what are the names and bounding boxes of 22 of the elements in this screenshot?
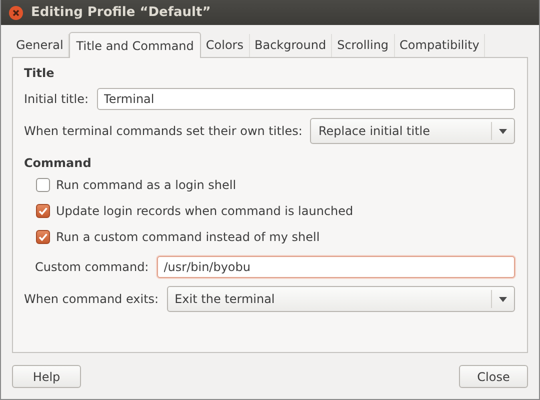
dropdown[interactable]: Exit the terminal [166, 286, 515, 312]
dialog-button[interactable]: Close [459, 365, 528, 388]
field-label: Custom command: [35, 260, 149, 274]
close-icon[interactable] [9, 6, 23, 20]
tab[interactable]: Title and Command [69, 32, 201, 58]
dialog-button[interactable]: Help [12, 365, 81, 388]
checkmark-icon [38, 206, 48, 216]
text-field[interactable]: Terminal [96, 88, 515, 110]
dropdown-arrow-icon [499, 296, 507, 302]
text-field[interactable]: /usr/bin/byobu [156, 256, 515, 278]
dropdown-arrow-icon [499, 128, 507, 134]
window-title: Editing Profile “Default” [31, 5, 211, 20]
field-label: When command exits: [24, 292, 159, 306]
checkbox-option[interactable]: Run command as a login shell [24, 176, 236, 194]
field-label: Initial title: [24, 92, 89, 106]
checkbox-option[interactable]: Run a custom command instead of my shell [24, 228, 320, 246]
section-heading: Title [24, 66, 56, 80]
checkbox-option[interactable]: Update login records when command is launched [24, 202, 354, 220]
dropdown[interactable]: Replace initial title [310, 118, 515, 144]
checkmark-icon [38, 232, 48, 242]
section-heading: Command [24, 156, 92, 170]
field-label: When terminal commands set their own titles: [24, 124, 302, 138]
